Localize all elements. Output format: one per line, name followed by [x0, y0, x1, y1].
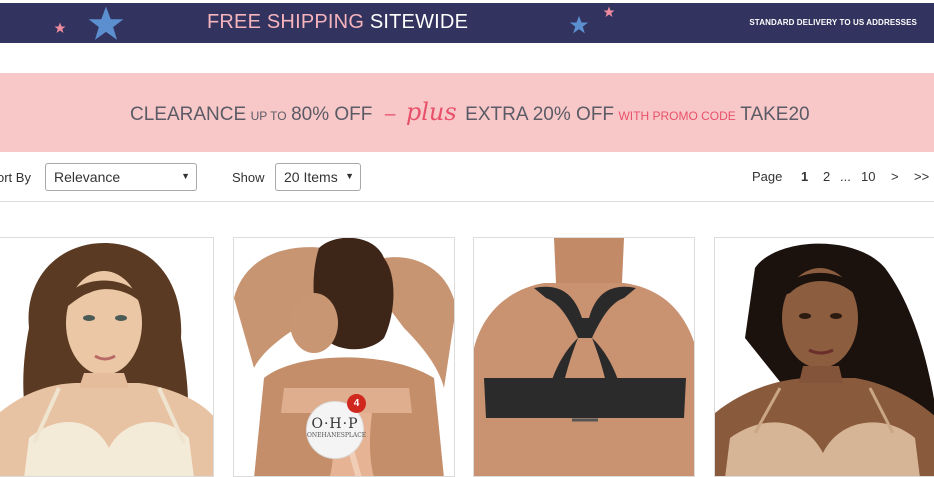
dash-separator: –	[384, 104, 396, 125]
shipping-title-highlight: FREE SHIPPING	[207, 11, 365, 33]
ohp-logo: O·H·P	[311, 416, 359, 432]
star-icon	[88, 6, 124, 40]
page-ellipsis: ...	[840, 169, 851, 184]
items-per-page-select[interactable]: 20 Items ▼	[275, 163, 361, 191]
page-current: 1	[801, 169, 809, 184]
product-card[interactable]: O·H·P ONEHANESPLACE 4	[233, 237, 455, 477]
page-label: Page	[752, 169, 783, 184]
shipping-subtitle: STANDARD DELIVERY TO US ADDRESSES	[749, 18, 917, 27]
items-per-page-value: 20 Items	[284, 169, 338, 185]
product-image[interactable]	[715, 238, 934, 477]
extra-discount-label: EXTRA 20% OFF	[465, 104, 615, 125]
caret-down-icon: ▼	[345, 171, 354, 181]
product-card[interactable]	[0, 237, 214, 477]
star-icon	[569, 15, 589, 34]
toolbar-divider	[0, 201, 934, 202]
clearance-banner[interactable]: CLEARANCE UP TO 80% OFF – plus EXTRA 20%…	[0, 73, 934, 152]
star-icon	[54, 22, 66, 33]
shipping-title: FREE SHIPPING SITEWIDE	[207, 11, 468, 34]
star-icon	[603, 6, 615, 17]
product-image[interactable]	[474, 238, 695, 477]
sort-by-value: Relevance	[54, 169, 121, 185]
caret-down-icon: ▼	[181, 171, 190, 181]
sort-by-label: ort By	[0, 170, 31, 185]
shipping-title-rest: SITEWIDE	[369, 11, 469, 33]
next-page-button[interactable]: >	[891, 169, 899, 184]
product-card[interactable]	[714, 237, 934, 477]
results-toolbar: ort By Relevance ▼ Show 20 Items ▼ Page …	[0, 160, 934, 200]
ohp-tagline: ONEHANESPLACE	[307, 432, 367, 439]
free-shipping-banner[interactable]: FREE SHIPPING SITEWIDE STANDARD DELIVERY…	[0, 3, 934, 43]
sort-by-select[interactable]: Relevance ▼	[45, 163, 197, 191]
up-to-label: UP TO	[250, 109, 287, 123]
page-link[interactable]: 10	[861, 169, 875, 184]
product-image[interactable]	[0, 238, 214, 477]
clearance-label: CLEARANCE	[130, 104, 247, 125]
show-label: Show	[232, 170, 265, 185]
last-page-button[interactable]: >>	[914, 169, 929, 184]
discount-label: 80% OFF	[291, 104, 373, 125]
clearance-text: CLEARANCE UP TO 80% OFF – plus EXTRA 20%…	[130, 98, 810, 126]
plus-label: plus	[405, 98, 457, 126]
promo-code-label: WITH PROMO CODE	[618, 109, 736, 123]
product-card[interactable]	[473, 237, 695, 477]
badge-count: 4	[347, 394, 366, 413]
promo-code: TAKE20	[740, 104, 810, 125]
page-link[interactable]: 2	[823, 169, 830, 184]
